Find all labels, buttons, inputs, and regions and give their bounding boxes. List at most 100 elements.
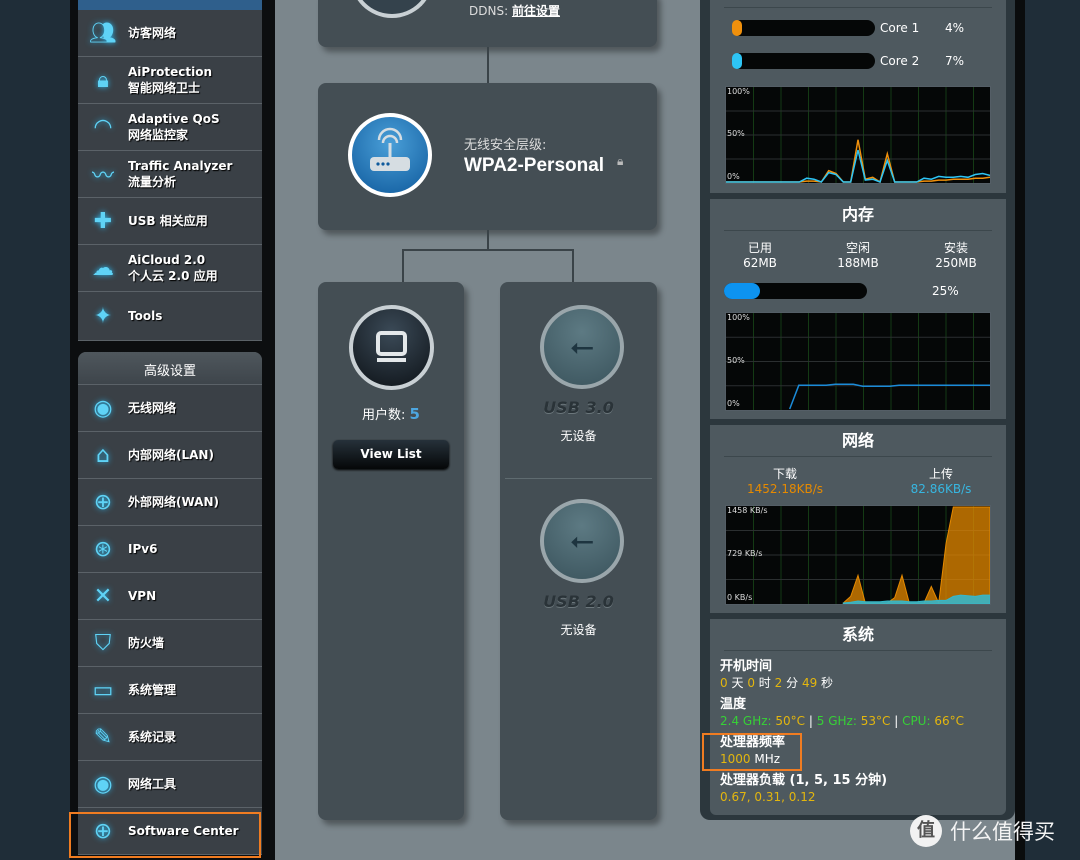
menu-sublabel: 网络监控家: [128, 128, 189, 142]
ddns-settings-link[interactable]: 前往设置: [512, 4, 560, 18]
menu-label: 无线网络: [128, 401, 177, 415]
y-tick-label: 100%: [727, 313, 750, 322]
sidebar-item-usb[interactable]: ✚ USB 相关应用: [78, 198, 262, 245]
system-title: 系统: [724, 619, 992, 651]
sidebar-item[interactable]: ◉ 网络工具: [78, 761, 262, 808]
y-tick-label: 0%: [727, 172, 740, 181]
menu-label: 防火墙: [128, 636, 165, 650]
connector: [487, 230, 489, 250]
admin-icon: ▭: [92, 677, 114, 703]
upload-rate: 82.86KB/s: [910, 482, 972, 496]
sidebar-item-aicloud-2-0[interactable]: ☁ AiCloud 2.0 个人云 2.0 应用: [78, 245, 262, 292]
highlight-software-center: [69, 812, 261, 858]
clients-label: 用户数:: [362, 408, 406, 423]
y-tick-label: 0 KB/s: [727, 593, 753, 602]
y-tick-label: 729 KB/s: [727, 549, 763, 558]
y-tick-label: 1458 KB/s: [727, 506, 768, 515]
menu-label: VPN: [128, 589, 157, 603]
series-1: [842, 594, 990, 604]
divider: [505, 478, 652, 479]
sidebar-item-aiprotection[interactable]: 🔒︎ AiProtection 智能网络卫士: [78, 57, 262, 104]
security-label: 无线安全层级:: [464, 138, 547, 153]
router-icon: [348, 113, 432, 197]
total-label: 安装: [943, 241, 968, 255]
menu-label: 外部网络(WAN): [128, 495, 219, 509]
menu-label: IPv6: [128, 542, 158, 556]
traffic-chart-icon: 〰: [91, 164, 114, 189]
network-tools-icon: ◉: [93, 771, 113, 797]
watermark: 值 什么值得买: [910, 815, 1055, 847]
sidebar-item-tools[interactable]: ✦ Tools: [78, 292, 262, 341]
sidebar-item-lan[interactable]: ⌂ 内部网络(LAN): [78, 432, 262, 479]
menu-label: Tools: [128, 309, 163, 323]
memory-percent: 25%: [932, 284, 959, 298]
menu-label: 访客网络: [128, 26, 177, 40]
sidebar-item[interactable]: ▭ 系统管理: [78, 667, 262, 714]
used-label: 已用: [747, 241, 772, 255]
core2-value: 7%: [945, 54, 965, 68]
home-icon: ⌂: [96, 442, 110, 468]
sidebar-item[interactable]: 👥︎ 访客网络: [78, 10, 262, 57]
menu-label: Traffic Analyzer: [128, 159, 233, 173]
chart-svg: [726, 87, 990, 183]
menu-sublabel: 智能网络卫士: [128, 81, 201, 95]
uptime-value: 0 天 0 时 2 分 49 秒: [720, 676, 834, 690]
magic-wand-icon: ✦: [93, 303, 113, 329]
used-value: 62MB: [743, 256, 777, 270]
usb-icon[interactable]: ⭠: [540, 305, 624, 389]
sidebar-item-ipv6[interactable]: ⊛ IPv6: [78, 526, 262, 573]
sidebar-item[interactable]: ✎ 系统记录: [78, 714, 262, 761]
clients-card: 用户数: 5: [318, 282, 464, 820]
memory-title: 内存: [724, 199, 992, 231]
series-0: [726, 139, 990, 183]
sidebar-item-wan[interactable]: ⊕ 外部网络(WAN): [78, 479, 262, 526]
chart-svg: [726, 506, 990, 604]
usb2-status: 无设备: [560, 623, 597, 637]
guest-network-icon: 👥︎: [89, 20, 117, 46]
system-section: 系统 开机时间 0 天 0 时 2 分 49 秒 温度 2.4 GHz: 50°…: [710, 619, 1006, 815]
free-label: 空闲: [845, 241, 870, 255]
usb-icon[interactable]: ⭠: [540, 499, 624, 583]
sidebar-item[interactable]: ⛉ 防火墙: [78, 620, 262, 667]
clients-count: 5: [409, 405, 420, 423]
watermark-logo-icon: 值: [910, 815, 942, 847]
cpu-load-values: 0.67, 0.31, 0.12: [720, 790, 816, 804]
ipv6-icon: ⊛: [93, 536, 113, 562]
menu-label: 网络工具: [128, 777, 177, 791]
sidebar-item-traffic-analyzer[interactable]: 〰 Traffic Analyzer 流量分析: [78, 151, 262, 198]
cpu-chart: 100% 50% 0%: [725, 86, 991, 184]
lock-icon: 🔒︎: [97, 67, 109, 93]
menu-label: AiProtection: [128, 65, 212, 79]
left-background: [0, 0, 70, 860]
ddns-label: DDNS:: [469, 4, 509, 18]
sidebar-item-vpn[interactable]: ✕ VPN: [78, 573, 262, 620]
sidebar-item-adaptive-qos[interactable]: ◠ Adaptive QoS 网络监控家: [78, 104, 262, 151]
usb2-label: USB 2.0: [543, 592, 614, 611]
menu-label: Adaptive QoS: [128, 112, 220, 126]
advanced-menu: 高级设置 ◉ 无线网络 ⌂ 内部网络(LAN) ⊕ 外部网络(WAN) ⊛ IPv6 ✕ VPN ⛉…: [78, 352, 262, 855]
usb3-status: 无设备: [560, 429, 597, 443]
connector: [572, 249, 574, 282]
log-icon: ✎: [93, 724, 113, 750]
computer-icon[interactable]: [349, 305, 434, 390]
menu-label: 系统记录: [128, 730, 177, 744]
right-background: [1015, 0, 1080, 860]
sidebar-item[interactable]: ◉ 无线网络: [78, 385, 262, 432]
connector: [487, 47, 489, 83]
download-rate: 1452.18KB/s: [746, 482, 824, 496]
y-tick-label: 0%: [727, 399, 740, 408]
view-list-button[interactable]: View List: [333, 440, 449, 469]
active-menu-item[interactable]: [78, 0, 262, 10]
core1-value: 4%: [945, 21, 965, 35]
puzzle-icon: ✚: [93, 208, 113, 234]
menu-label: AiCloud 2.0: [128, 253, 206, 267]
vpn-icon: ✕: [93, 583, 113, 609]
temperature-values: 2.4 GHz: 50°C | 5 GHz: 53°C | CPU: 66°C: [720, 714, 964, 728]
router-card[interactable]: 无线安全层级: WPA2-Personal 🔒︎: [318, 83, 657, 230]
free-value: 188MB: [837, 256, 879, 270]
globe-icon: ⊕: [93, 489, 113, 515]
menu-sublabel: 个人云 2.0 应用: [128, 269, 218, 283]
speedometer-icon: ◠: [93, 114, 113, 140]
menu-label: 系统管理: [128, 683, 177, 697]
general-menu: 👥︎ 访客网络 🔒︎ AiProtection 智能网络卫士 ◠ Adaptive QoS 网…: [78, 0, 262, 341]
